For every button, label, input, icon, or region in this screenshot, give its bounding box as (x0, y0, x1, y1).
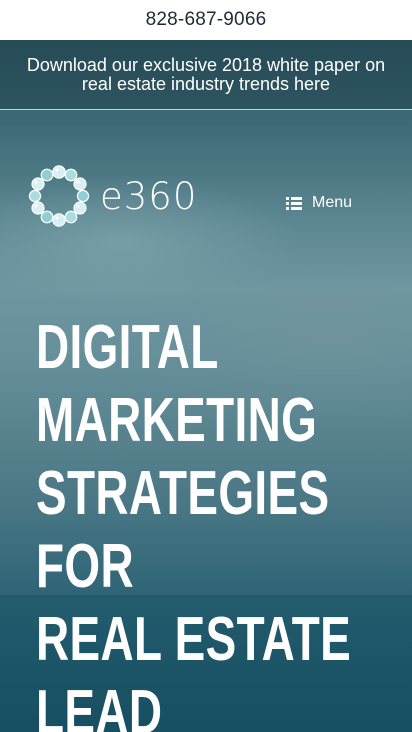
menu-button[interactable]: Menu (286, 192, 352, 214)
logo-wordmark: e360 (100, 174, 198, 218)
hero-headline: Digital Marketing Strategies for Real Es… (36, 311, 406, 732)
promo-link[interactable]: Download our exclusive 2018 white paper … (10, 55, 402, 94)
menu-label: Menu (312, 194, 353, 211)
headline-line: Marketing (36, 386, 318, 455)
phone-link[interactable]: 828-687-9066 (146, 9, 267, 31)
list-icon (286, 196, 302, 210)
hero-section: Download our exclusive 2018 white paper … (0, 40, 412, 732)
logo-bubble-ring-icon (28, 165, 90, 227)
headline-line: Real Estate (36, 605, 352, 674)
headline-line: for (36, 532, 134, 601)
promo-banner: Download our exclusive 2018 white paper … (0, 40, 412, 110)
headline-line: Strategies (36, 459, 330, 528)
headline-line: Digital (36, 313, 219, 382)
top-bar: 828-687-9066 (0, 0, 412, 40)
brand-logo[interactable]: e360 (28, 164, 210, 228)
headline-line: Lead (36, 678, 163, 732)
